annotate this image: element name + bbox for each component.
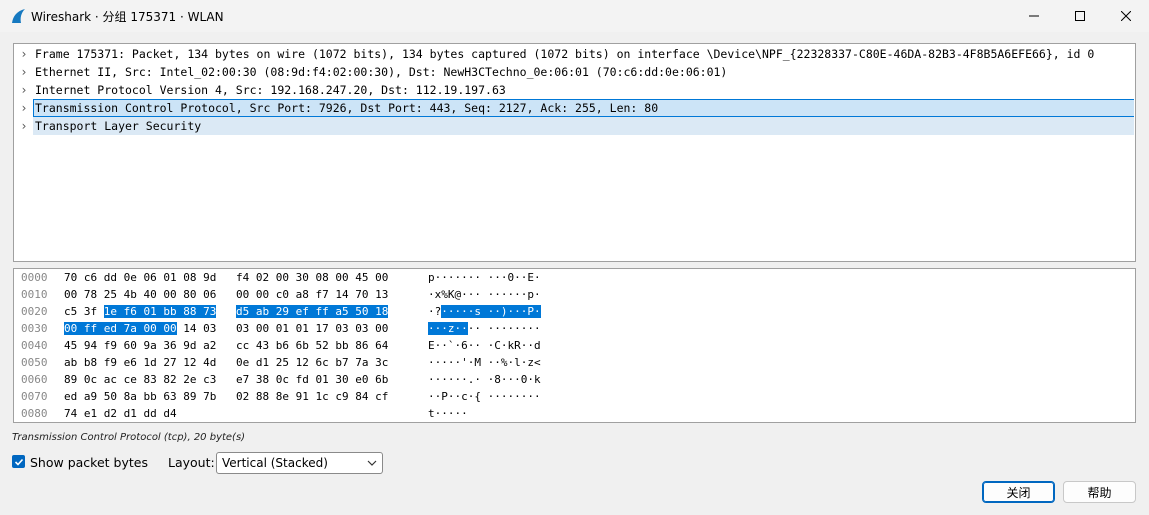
- hex-bytes[interactable]: 89 0c ac ce 83 82 2e c3: [64, 373, 216, 386]
- chevron-right-icon[interactable]: ›: [18, 45, 30, 63]
- offset: 0000: [21, 271, 48, 284]
- ascii-text[interactable]: ·····'·M ··%·l·z<: [428, 356, 541, 369]
- hex-bytes[interactable]: e7 38 0c fd 01 30 e0 6b: [236, 373, 388, 386]
- tree-row-tls[interactable]: › Transport Layer Security: [14, 117, 1134, 135]
- window-title: Wireshark · 分组 175371 · WLAN: [31, 10, 224, 24]
- hex-bytes[interactable]: 45 94 f9 60 9a 36 9d a2: [64, 339, 216, 352]
- tree-row-tcp[interactable]: › Transmission Control Protocol, Src Por…: [14, 99, 1134, 117]
- ascii-text[interactable]: p······· ···0··E·: [428, 271, 541, 284]
- offset: 0070: [21, 390, 48, 403]
- chevron-down-icon: [367, 460, 377, 466]
- ascii-text[interactable]: E··`·6·· ·C·kR··d: [428, 339, 541, 352]
- hex-bytes[interactable]: ab b8 f9 e6 1d 27 12 4d: [64, 356, 216, 369]
- tree-row-ethernet[interactable]: › Ethernet II, Src: Intel_02:00:30 (08:9…: [14, 63, 1134, 81]
- chevron-right-icon[interactable]: ›: [18, 81, 30, 99]
- offset: 0060: [21, 373, 48, 386]
- offset: 0080: [21, 407, 48, 420]
- hex-bytes[interactable]: 74 e1 d2 d1 dd d4: [64, 407, 177, 420]
- offset-column: 0000 0010 0020 0030 0040 0050 0060 0070 …: [21, 269, 48, 422]
- chevron-right-icon[interactable]: ›: [18, 99, 30, 117]
- hex-bytes-selected[interactable]: 1e f6 01 bb 88 73: [103, 305, 217, 318]
- chevron-right-icon[interactable]: ›: [18, 63, 30, 81]
- hex-bytes[interactable]: cc 43 b6 6b 52 bb 86 64: [236, 339, 388, 352]
- hex-group-a[interactable]: 70 c6 dd 0e 06 01 08 9d 00 78 25 4b 40 0…: [64, 269, 217, 422]
- hex-group-b[interactable]: f4 02 00 30 08 00 45 00 00 00 c0 a8 f7 1…: [236, 269, 389, 405]
- hex-bytes[interactable]: 14 03: [177, 322, 216, 335]
- ascii-text[interactable]: ·?: [428, 305, 441, 318]
- offset: 0040: [21, 339, 48, 352]
- layout-select-value: Vertical (Stacked): [222, 456, 328, 470]
- maximize-button[interactable]: [1057, 0, 1103, 32]
- chevron-right-icon[interactable]: ›: [18, 117, 30, 135]
- layout-label: Layout:: [168, 455, 215, 470]
- hex-bytes[interactable]: 00 00 c0 a8 f7 14 70 13: [236, 288, 388, 301]
- hex-bytes-selected[interactable]: 00 ff ed 7a 00 00: [64, 322, 177, 335]
- ascii-text[interactable]: t·····: [428, 407, 468, 420]
- hex-bytes[interactable]: 0e d1 25 12 6c b7 7a 3c: [236, 356, 388, 369]
- hex-bytes[interactable]: 03 00 01 01 17 03 03 00: [236, 322, 388, 335]
- packet-details-pane[interactable]: › Frame 175371: Packet, 134 bytes on wir…: [13, 43, 1136, 262]
- ascii-text-selected[interactable]: ·····s ··)···P·: [441, 305, 541, 318]
- minimize-icon: [1029, 15, 1039, 17]
- hex-bytes[interactable]: 70 c6 dd 0e 06 01 08 9d: [64, 271, 216, 284]
- ascii-text-selected[interactable]: ···z··: [428, 322, 468, 335]
- offset: 0010: [21, 288, 48, 301]
- layout-select[interactable]: Vertical (Stacked): [216, 452, 383, 474]
- ascii-text[interactable]: ·· ········: [468, 322, 541, 335]
- ascii-text[interactable]: ·x%K@··· ······p·: [428, 288, 541, 301]
- offset: 0020: [21, 305, 48, 318]
- close-icon: [1121, 11, 1131, 21]
- status-text: Transmission Control Protocol (tcp), 20 …: [12, 432, 246, 443]
- title-bar: Wireshark · 分组 175371 · WLAN: [0, 0, 1149, 32]
- hex-bytes[interactable]: f4 02 00 30 08 00 45 00: [236, 271, 388, 284]
- maximize-icon: [1075, 11, 1085, 21]
- hex-bytes-selected[interactable]: d5 ab 29 ef ff a5 50 18: [236, 305, 389, 318]
- packet-bytes-pane[interactable]: 0000 0010 0020 0030 0040 0050 0060 0070 …: [13, 268, 1136, 423]
- offset: 0050: [21, 356, 48, 369]
- offset: 0030: [21, 322, 48, 335]
- ascii-text[interactable]: ······.· ·8···0·k: [428, 373, 541, 386]
- close-window-button[interactable]: [1103, 0, 1149, 32]
- wireshark-fin-icon: [12, 9, 25, 23]
- close-button[interactable]: 关闭: [982, 481, 1055, 503]
- hex-bytes[interactable]: c5 3f: [64, 305, 104, 318]
- ascii-text[interactable]: ··P··c·{ ········: [428, 390, 541, 403]
- hex-bytes[interactable]: 02 88 8e 91 1c c9 84 cf: [236, 390, 388, 403]
- tree-row-ipv4[interactable]: › Internet Protocol Version 4, Src: 192.…: [14, 81, 1134, 99]
- show-bytes-label[interactable]: Show packet bytes: [30, 455, 148, 470]
- tree-row-frame[interactable]: › Frame 175371: Packet, 134 bytes on wir…: [14, 45, 1134, 63]
- hex-bytes[interactable]: ed a9 50 8a bb 63 89 7b: [64, 390, 216, 403]
- show-bytes-checkbox[interactable]: [12, 455, 25, 468]
- ascii-column[interactable]: p······· ···0··E· ·x%K@··· ······p· ·?··…: [428, 269, 541, 422]
- hex-bytes[interactable]: 00 78 25 4b 40 00 80 06: [64, 288, 216, 301]
- checkmark-icon: [14, 458, 23, 466]
- help-button[interactable]: 帮助: [1063, 481, 1136, 503]
- minimize-button[interactable]: [1011, 0, 1057, 32]
